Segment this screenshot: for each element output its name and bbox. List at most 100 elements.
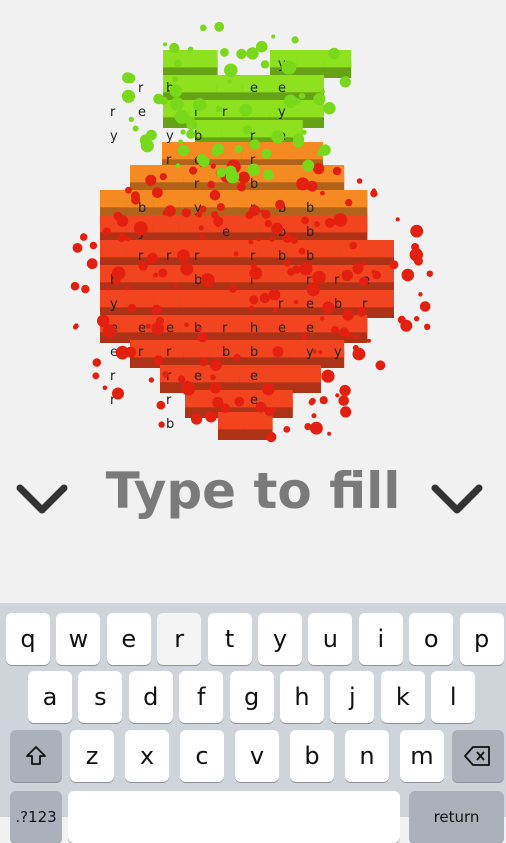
block-letter: r	[138, 81, 144, 96]
key-x[interactable]: x	[125, 730, 169, 782]
paint-ball-green	[261, 148, 272, 159]
paint-ball-red	[319, 396, 328, 405]
paint-ball-red	[115, 345, 130, 360]
paint-ball-red	[275, 199, 285, 210]
key-o[interactable]: o	[409, 613, 454, 665]
paint-ball-green	[121, 89, 136, 103]
paint-ball-green	[220, 48, 229, 57]
paint-ball-red	[269, 236, 275, 242]
block-top	[179, 215, 208, 233]
block-top	[266, 365, 295, 383]
key-l[interactable]: l	[431, 671, 476, 723]
key-m[interactable]: m	[400, 730, 444, 782]
block-top	[312, 240, 341, 258]
paint-ball-red	[79, 233, 88, 241]
block-top	[206, 315, 235, 333]
paint-ball-red	[272, 307, 278, 313]
key-y[interactable]: y	[258, 613, 302, 665]
paint-ball-red	[339, 384, 351, 397]
paint-ball-red	[339, 327, 349, 337]
key-j[interactable]: j	[330, 671, 375, 723]
paint-ball-red	[153, 355, 163, 365]
block-top	[312, 190, 341, 208]
paint-ball-red	[318, 350, 323, 355]
key-r[interactable]: r	[157, 613, 202, 665]
paint-ball-red	[81, 284, 90, 294]
paint-ball-red	[322, 301, 335, 314]
block-letter: r	[166, 153, 172, 168]
numbers-key[interactable]: .?123	[10, 791, 62, 843]
key-c[interactable]: c	[180, 730, 224, 782]
key-e[interactable]: e	[106, 613, 151, 665]
paint-ball-red	[331, 326, 340, 335]
block-top	[100, 190, 128, 208]
block-top	[293, 365, 321, 383]
paint-ball-red	[249, 295, 259, 305]
key-i[interactable]: i	[358, 613, 403, 665]
paint-ball-red	[345, 198, 353, 207]
paint-ball-green	[281, 60, 295, 75]
paint-ball-red	[353, 334, 359, 340]
block-top	[189, 50, 218, 68]
key-a[interactable]: a	[28, 671, 72, 723]
key-q[interactable]: q	[6, 613, 50, 665]
paint-ball-green	[283, 94, 298, 109]
block-letter: b	[250, 177, 258, 192]
paint-ball-red	[271, 407, 277, 413]
paint-ball-green	[173, 59, 182, 68]
paint-ball-red	[233, 251, 239, 257]
paint-ball-red	[367, 338, 371, 343]
paint-ball-green	[122, 72, 134, 84]
block-letter: e	[222, 225, 230, 240]
paint-ball-green	[175, 163, 181, 169]
key-t[interactable]: t	[207, 613, 252, 665]
block-letter: b	[306, 201, 314, 216]
block-top	[179, 290, 208, 308]
block-letter: r	[222, 105, 228, 120]
block-top	[259, 265, 288, 283]
key-v[interactable]: v	[235, 730, 279, 782]
paint-ball-red	[349, 241, 358, 250]
key-k[interactable]: k	[380, 671, 425, 723]
paint-ball-green	[260, 60, 270, 69]
paint-ball-green	[169, 42, 180, 53]
paint-ball-red	[370, 189, 378, 198]
paint-ball-red	[426, 270, 433, 277]
backspace-key[interactable]	[452, 730, 504, 782]
paint-ball-red	[89, 241, 98, 250]
paint-ball-green	[178, 144, 190, 157]
paint-ball-red	[233, 353, 241, 362]
key-b[interactable]: b	[290, 730, 334, 782]
paint-ball-red	[314, 221, 320, 228]
paint-ball-red	[102, 385, 108, 391]
paint-ball-green	[193, 98, 207, 112]
paint-ball-green	[227, 79, 233, 84]
key-s[interactable]: s	[78, 671, 123, 723]
shift-key[interactable]	[10, 730, 62, 782]
paint-ball-green	[225, 170, 240, 184]
paint-ball-red	[356, 306, 367, 317]
paint-ball-green	[339, 76, 351, 88]
chevron-right-button[interactable]	[427, 474, 487, 524]
block-letter: e	[194, 369, 202, 384]
key-d[interactable]: d	[128, 671, 173, 723]
paint-ball-green	[271, 130, 285, 144]
key-z[interactable]: z	[70, 730, 114, 782]
paint-ball-red	[156, 400, 166, 410]
key-w[interactable]: w	[56, 613, 101, 665]
key-n[interactable]: n	[345, 730, 389, 782]
paint-ball-red	[321, 369, 335, 383]
block-letter: b	[334, 297, 342, 312]
space-key[interactable]	[68, 791, 400, 843]
paint-ball-red	[261, 210, 271, 219]
key-f[interactable]: f	[179, 671, 224, 723]
key-h[interactable]: h	[280, 671, 324, 723]
paint-ball-green	[178, 139, 184, 145]
return-key[interactable]: return	[409, 791, 504, 843]
paint-ball-green	[216, 167, 227, 178]
paint-ball-red	[173, 284, 178, 289]
key-g[interactable]: g	[229, 671, 274, 723]
key-p[interactable]: p	[459, 613, 504, 665]
block-letter: r	[334, 273, 340, 288]
key-u[interactable]: u	[308, 613, 353, 665]
